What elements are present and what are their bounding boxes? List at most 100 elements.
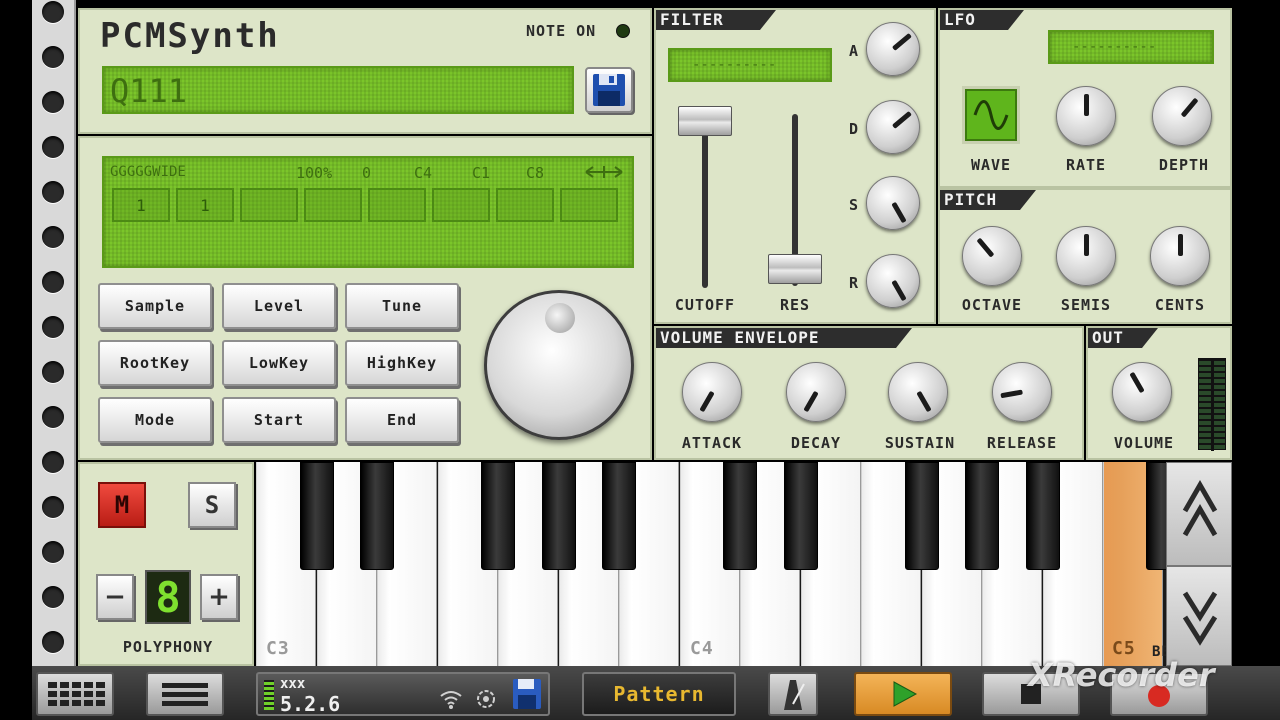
level-button[interactable]: Level [222,283,336,329]
filter-release-label: R [848,274,860,292]
binder-hole [42,136,64,158]
sample-name: GGGGGWIDE [110,164,186,180]
filter-release-knob[interactable] [866,254,920,308]
black-key[interactable] [783,462,818,570]
rootkey-button[interactable]: RootKey [98,340,212,386]
binder-hole [42,451,64,473]
song-name: xxx [280,676,306,692]
rate-label: RATE [1065,156,1107,174]
step-slot[interactable] [240,188,298,222]
binder-hole [42,226,64,248]
highkey-button[interactable]: HighKey [345,340,459,386]
polyphony-label: POLYPHONY [122,638,214,656]
filter-attack-label: A [848,42,860,60]
mute-button[interactable]: M [98,482,146,528]
step-slot[interactable]: 1 [176,188,234,222]
release-label: RELEASE [986,434,1058,452]
sync-icon [477,690,495,708]
vol-decay-knob[interactable] [786,362,846,422]
lfo-display[interactable]: ---------- [1048,30,1214,64]
song-info-display[interactable]: xxx 5.2.6 [256,672,550,716]
res-label: RES [779,296,811,314]
black-key[interactable] [904,462,939,570]
octave-down-button[interactable] [1166,566,1232,666]
black-key[interactable] [481,462,515,570]
black-key[interactable] [602,462,636,570]
play-icon [893,681,918,707]
wheel-dimple [545,303,575,333]
vol-sustain-knob[interactable] [888,362,948,422]
play-button[interactable] [854,672,952,716]
sine-wave-icon [973,100,1009,130]
key-label-c4: C4 [690,638,714,659]
step-slot[interactable] [304,188,362,222]
wifi-icon [440,691,462,709]
cutoff-slider[interactable] [678,100,732,290]
black-key[interactable] [360,462,394,570]
res-slider[interactable] [768,110,822,290]
level-meter-divider [1211,359,1214,451]
filter-sustain-knob[interactable] [866,176,920,230]
range-arrows-icon [585,166,623,178]
filter-display-text: ---------- [692,57,777,73]
sample-tune: 0 [362,164,372,182]
binder-hole [42,496,64,518]
sample-button[interactable]: Sample [98,283,212,329]
mode-button[interactable]: Mode [98,397,212,443]
note-on-label: NOTE ON [526,22,597,40]
black-key[interactable] [723,462,757,570]
app-title: PCMSynth [100,16,280,56]
preset-display[interactable]: Q111 [102,66,574,114]
binder-hole [42,631,64,653]
res-thumb[interactable] [768,254,822,284]
cutoff-label: CUTOFF [674,296,736,314]
polyphony-plus-button[interactable]: + [200,574,238,620]
end-button[interactable]: End [345,397,459,443]
vol-release-knob[interactable] [992,362,1052,422]
step-slot[interactable] [432,188,490,222]
black-key[interactable] [541,462,576,570]
lfo-depth-knob[interactable] [1152,86,1212,146]
start-button[interactable]: Start [222,397,336,443]
hamburger-menu-icon [162,683,208,706]
pitch-octave-knob[interactable] [962,226,1022,286]
lfo-rate-knob[interactable] [1056,86,1116,146]
vol-attack-knob[interactable] [682,362,742,422]
pattern-button[interactable]: Pattern [582,672,736,716]
binder-hole [42,1,64,23]
polyphony-minus-button[interactable]: − [96,574,134,620]
floppy-disk-icon [593,74,625,106]
cutoff-thumb[interactable] [678,106,732,136]
octave-up-button[interactable] [1166,462,1232,566]
step-slot[interactable] [368,188,426,222]
filter-attack-knob[interactable] [866,22,920,76]
save-song-icon[interactable] [510,676,544,712]
grid-button[interactable] [36,672,114,716]
lfo-wave-button[interactable] [962,86,1020,144]
grid-icon [48,682,105,706]
solo-button[interactable]: S [188,482,236,528]
filter-decay-knob[interactable] [866,100,920,154]
black-key[interactable] [299,462,334,570]
save-preset-button[interactable] [585,67,633,113]
lowkey-button[interactable]: LowKey [222,340,336,386]
step-slot[interactable]: 1 [112,188,170,222]
wave-label: WAVE [970,156,1012,174]
pitch-cents-knob[interactable] [1150,226,1210,286]
filter-sustain-label: S [848,196,860,214]
volume-envelope-title: VOLUME ENVELOPE [656,328,912,348]
black-key[interactable] [965,462,999,570]
menu-button[interactable] [146,672,224,716]
filter-display[interactable]: ---------- [668,48,832,82]
step-slot[interactable] [496,188,554,222]
out-volume-knob[interactable] [1112,362,1172,422]
tune-button[interactable]: Tune [345,283,459,329]
pitch-semis-knob[interactable] [1056,226,1116,286]
attack-label: ATTACK [681,434,743,452]
step-slot[interactable] [560,188,618,222]
black-key[interactable] [1025,462,1060,570]
metronome-button[interactable] [768,672,818,716]
filter-decay-label: D [848,120,860,138]
data-wheel[interactable] [484,290,634,440]
binder-hole [42,361,64,383]
